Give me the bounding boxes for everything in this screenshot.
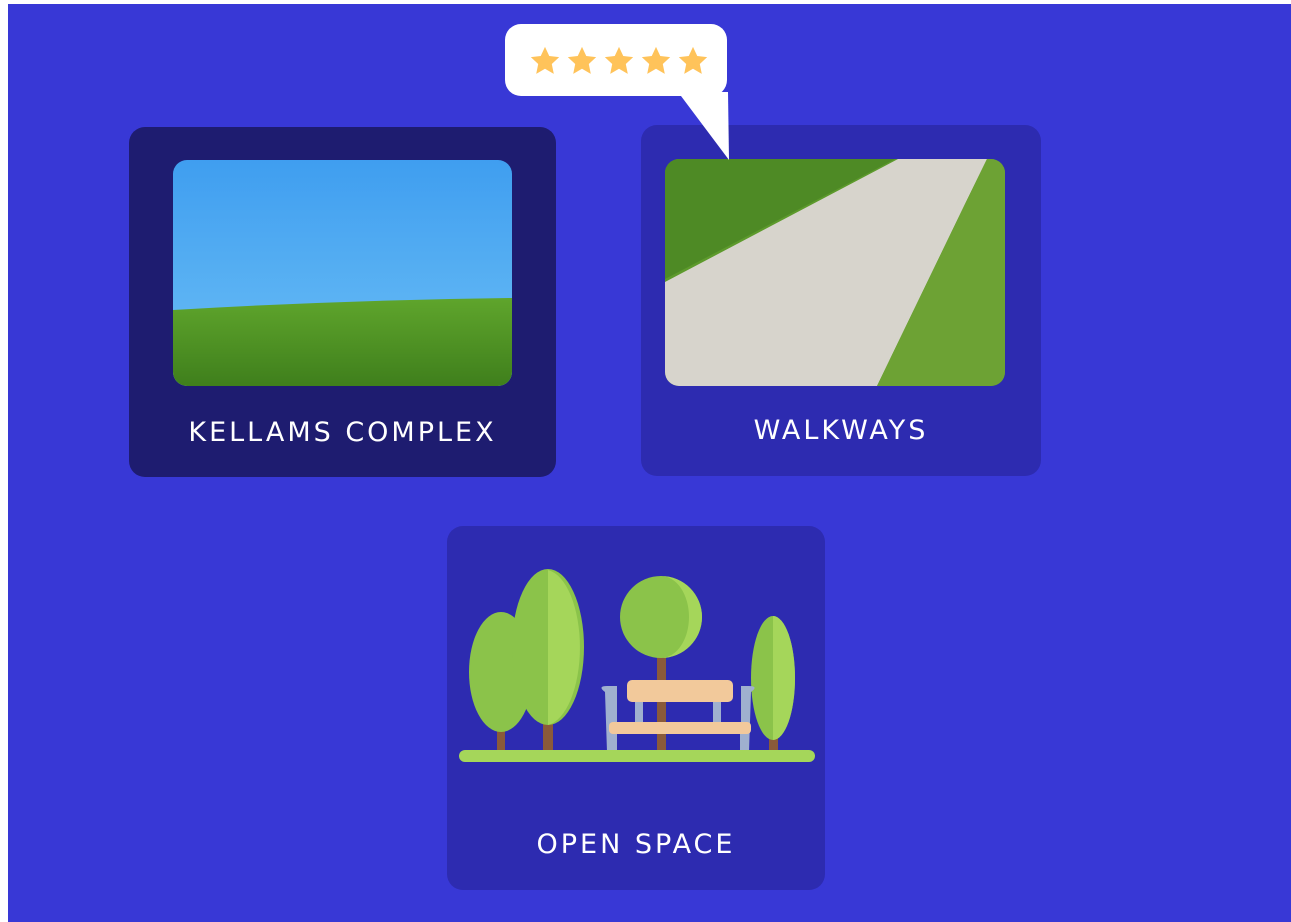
- card-open-space[interactable]: OPEN SPACE: [447, 526, 825, 890]
- park-illustration: [459, 569, 815, 762]
- grass-field-image: [173, 160, 512, 386]
- star-icon: [678, 46, 708, 74]
- kellams-complex-photo: [173, 160, 512, 386]
- star-icon: [604, 46, 634, 74]
- bubble-tail: [678, 92, 729, 160]
- card-walkways[interactable]: WALKWAYS: [641, 125, 1041, 476]
- star-icon: [641, 46, 671, 74]
- card-label: OPEN SPACE: [536, 829, 736, 860]
- card-label: WALKWAYS: [753, 415, 929, 446]
- card-label: KELLAMS COMPLEX: [188, 417, 497, 448]
- star-icon: [567, 46, 597, 74]
- walkways-photo: [665, 159, 1005, 386]
- canvas: KELLAMS COMPLEX WALKWAYS OPEN SPACE: [8, 4, 1291, 922]
- star-icon: [530, 46, 560, 74]
- rating-bubble: [505, 24, 727, 96]
- walkway-image: [665, 159, 1005, 386]
- rating-stars: [527, 44, 711, 78]
- card-kellams-complex[interactable]: KELLAMS COMPLEX: [129, 127, 556, 477]
